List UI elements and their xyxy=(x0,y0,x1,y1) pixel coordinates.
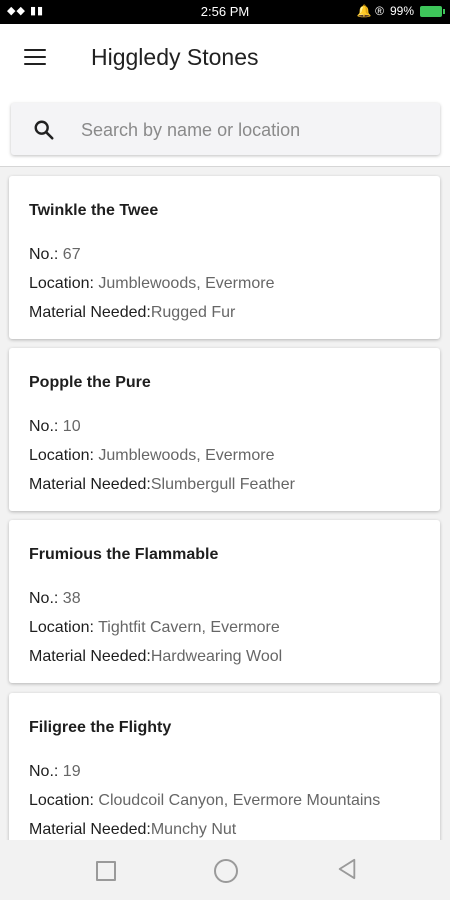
card-material-row: Material Needed:Rugged Fur xyxy=(29,304,236,321)
notification-icons: 🔔 ® xyxy=(356,4,384,18)
stone-card[interactable]: Filigree the Flighty No.: 19 Location: C… xyxy=(9,693,440,840)
stone-card[interactable]: Twinkle the Twee No.: 67 Location: Jumbl… xyxy=(9,176,440,339)
card-number-row: No.: 38 xyxy=(29,590,81,607)
stone-card[interactable]: Frumious the Flammable No.: 38 Location:… xyxy=(9,520,440,683)
card-material-row: Material Needed:Slumbergull Feather xyxy=(29,476,295,493)
card-location-row: Location: Jumblewoods, Evermore xyxy=(29,275,275,292)
stone-list[interactable]: Twinkle the Twee No.: 67 Location: Jumbl… xyxy=(0,168,450,840)
card-number-row: No.: 10 xyxy=(29,418,81,435)
search-icon xyxy=(34,120,54,140)
card-title: Frumious the Flammable xyxy=(29,546,219,563)
square-recents-icon[interactable] xyxy=(96,861,116,881)
battery-icon xyxy=(420,5,445,17)
battery-level: 99% xyxy=(389,4,414,18)
triangle-back-icon[interactable] xyxy=(336,858,358,880)
stone-card[interactable]: Popple the Pure No.: 10 Location: Jumble… xyxy=(9,348,440,511)
hamburger-menu-icon[interactable] xyxy=(24,49,46,67)
system-nav-bar xyxy=(0,840,450,900)
card-location-row: Location: Jumblewoods, Evermore xyxy=(29,447,275,464)
search-section xyxy=(0,92,450,167)
app-bar: Higgledy Stones xyxy=(0,24,450,92)
card-number-row: No.: 67 xyxy=(29,246,81,263)
card-material-row: Material Needed:Munchy Nut xyxy=(29,821,237,838)
status-bar: ◆◆ ▮▮ 2:56 PM 🔔 ® 99% xyxy=(0,0,450,24)
card-title: Popple the Pure xyxy=(29,374,151,391)
card-title: Twinkle the Twee xyxy=(29,202,159,219)
card-location-row: Location: Cloudcoil Canyon, Evermore Mou… xyxy=(29,792,381,809)
card-number-row: No.: 19 xyxy=(29,763,81,780)
card-title: Filigree the Flighty xyxy=(29,719,172,736)
search-bar[interactable] xyxy=(11,103,440,157)
search-input[interactable] xyxy=(79,103,423,157)
status-right: 🔔 ® 99% xyxy=(356,4,445,18)
card-location-row: Location: Tightfit Cavern, Evermore xyxy=(29,619,280,636)
card-material-row: Material Needed:Hardwearing Wool xyxy=(29,648,283,665)
circle-home-icon[interactable] xyxy=(214,859,238,883)
page-title: Higgledy Stones xyxy=(91,44,259,70)
